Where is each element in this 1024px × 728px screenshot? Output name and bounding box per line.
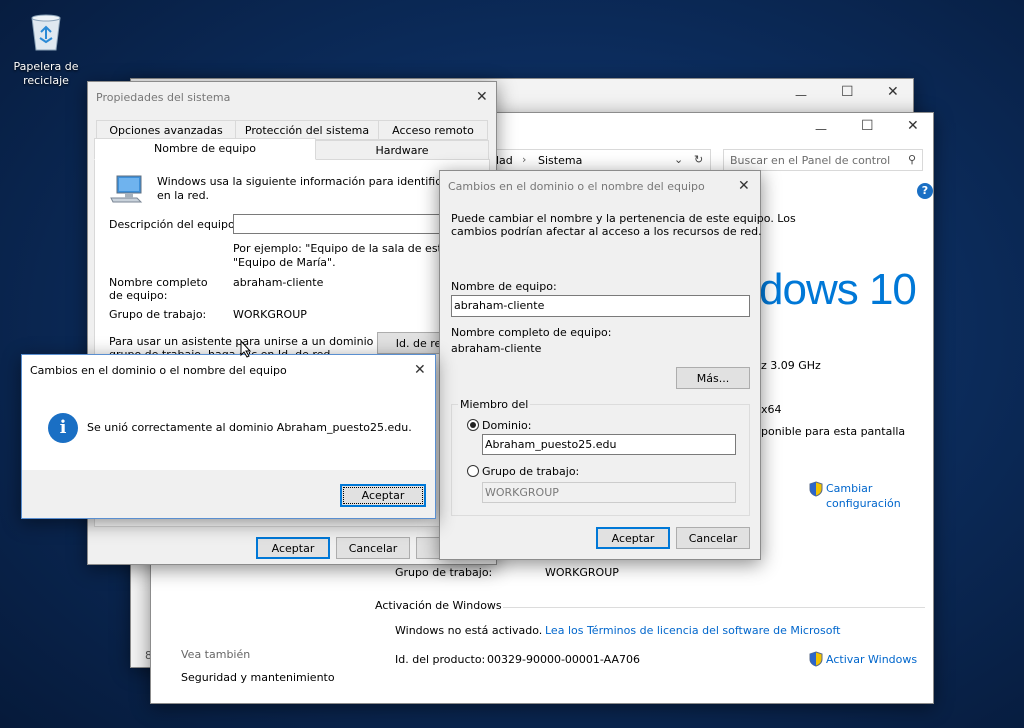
member-of-group: Miembro del Dominio: Abraham_puesto25.ed… (451, 398, 750, 516)
recycle-bin[interactable]: Papelera de reciclaje (10, 10, 82, 94)
close-icon[interactable]: ✕ (738, 179, 750, 193)
workgroup-value: WORKGROUP (233, 308, 307, 321)
uac-shield-icon (809, 651, 823, 667)
description-label: Descripción del equipo: (109, 218, 239, 231)
close-icon[interactable]: ✕ (414, 363, 426, 377)
close-icon[interactable]: ✕ (907, 119, 919, 133)
system-type: x64 (761, 403, 782, 416)
example-text-1: Por ejemplo: "Equipo de la sala de estar… (233, 242, 469, 255)
domain-radio-label[interactable]: Dominio: (482, 419, 531, 432)
fullname-label-1: Nombre completo (109, 276, 208, 289)
maximize-icon[interactable]: ☐ (841, 85, 854, 99)
fullname-value: abraham-cliente (233, 276, 324, 289)
dialog-title: Cambios en el dominio o el nombre del eq… (448, 180, 705, 193)
product-id-label: Id. del producto: (395, 653, 486, 666)
windows-logo-text: dows 10 (759, 265, 917, 314)
search-input[interactable]: Buscar en el Panel de control ⚲ (723, 149, 923, 171)
tab-computer-name[interactable]: Nombre de equipo (94, 138, 316, 160)
dialog-title: Cambios en el dominio o el nombre del eq… (30, 364, 287, 377)
example-text-2: "Equipo de María". (233, 256, 336, 269)
computer-name-label: Nombre de equipo: (451, 280, 557, 293)
fullname-label: Nombre completo de equipo: (451, 326, 612, 339)
activation-status: Windows no está activado. (395, 624, 543, 637)
workgroup-input[interactable]: WORKGROUP (482, 482, 736, 503)
uac-shield-icon (809, 481, 823, 497)
fullname-label-2: de equipo: (109, 289, 168, 302)
recycle-bin-icon (28, 12, 64, 52)
breadcrumb-current[interactable]: Sistema (538, 154, 582, 167)
info-icon: i (48, 413, 78, 443)
fullname-value: abraham-cliente (451, 342, 542, 355)
tab-hardware[interactable]: Hardware (315, 140, 489, 160)
computer-icon (109, 174, 143, 204)
activation-divider (503, 607, 925, 608)
tab-system-protection[interactable]: Protección del sistema (235, 120, 379, 140)
ok-button[interactable]: Aceptar (256, 537, 330, 559)
search-placeholder: Buscar en el Panel de control (730, 154, 891, 167)
cancel-button[interactable]: Cancelar (676, 527, 750, 549)
domain-input[interactable]: Abraham_puesto25.edu (482, 434, 736, 455)
minimize-icon[interactable]: — (795, 89, 807, 101)
recycle-bin-label-2: reciclaje (23, 74, 69, 87)
activate-windows-label: Activar Windows (826, 653, 918, 666)
tab-remote-access[interactable]: Acceso remoto (378, 120, 488, 140)
workgroup-label: Grupo de trabajo: (395, 566, 493, 579)
message-text: Se unió correctamente al dominio Abraham… (87, 421, 412, 434)
close-icon[interactable]: ✕ (476, 90, 488, 104)
mouse-cursor-icon (240, 339, 252, 358)
minimize-icon[interactable]: — (815, 123, 827, 135)
maximize-icon[interactable]: ☐ (861, 119, 874, 133)
domain-changes-dialog[interactable]: Cambios en el dominio o el nombre del eq… (439, 170, 796, 560)
success-message-box[interactable]: Cambios en el dominio o el nombre del eq… (21, 354, 436, 519)
close-icon[interactable]: ✕ (887, 85, 899, 99)
help-icon[interactable]: ? (917, 183, 933, 199)
workgroup-label: Grupo de trabajo: (109, 308, 207, 321)
workgroup-radio[interactable] (467, 465, 479, 477)
search-icon: ⚲ (907, 153, 916, 166)
ok-button[interactable]: Aceptar (340, 484, 426, 507)
breadcrumb-separator-icon: › (522, 153, 527, 166)
chevron-down-icon[interactable]: ⌄ (674, 153, 683, 166)
computer-name-input[interactable]: abraham-cliente (451, 295, 750, 317)
cancel-button[interactable]: Cancelar (336, 537, 410, 559)
more-button[interactable]: Más... (676, 367, 750, 389)
ok-button[interactable]: Aceptar (596, 527, 670, 549)
change-settings-line2: configuración (826, 497, 901, 510)
intro-text-1: Puede cambiar el nombre y la pertenencia… (451, 212, 796, 225)
domain-radio[interactable] (467, 419, 479, 431)
refresh-icon[interactable]: ↻ (694, 153, 703, 166)
pen-touch-info: ponible para esta pantalla (761, 425, 906, 438)
cpu-speed: z 3.09 GHz (761, 359, 821, 372)
see-also-heading: Vea también (181, 648, 251, 661)
tab-advanced[interactable]: Opciones avanzadas (96, 120, 236, 140)
change-settings-line1: Cambiar (826, 482, 873, 495)
product-id-value: 00329-90000-00001-AA706 (487, 653, 640, 666)
intro-text-2: cambios podrían afectar al acceso a los … (451, 225, 762, 238)
license-link[interactable]: Lea los Términos de licencia del softwar… (545, 624, 840, 637)
activation-heading: Activación de Windows (375, 599, 502, 612)
dialog-title: Propiedades del sistema (96, 91, 231, 104)
security-maintenance-link[interactable]: Seguridad y mantenimiento (181, 671, 335, 684)
workgroup-radio-label[interactable]: Grupo de trabajo: (482, 465, 579, 478)
workgroup-value: WORKGROUP (545, 566, 619, 579)
description-input[interactable] (233, 214, 473, 234)
member-of-label: Miembro del (458, 398, 531, 411)
recycle-bin-label-1: Papelera de (13, 60, 79, 73)
intro-text-2: en la red. (157, 189, 210, 202)
